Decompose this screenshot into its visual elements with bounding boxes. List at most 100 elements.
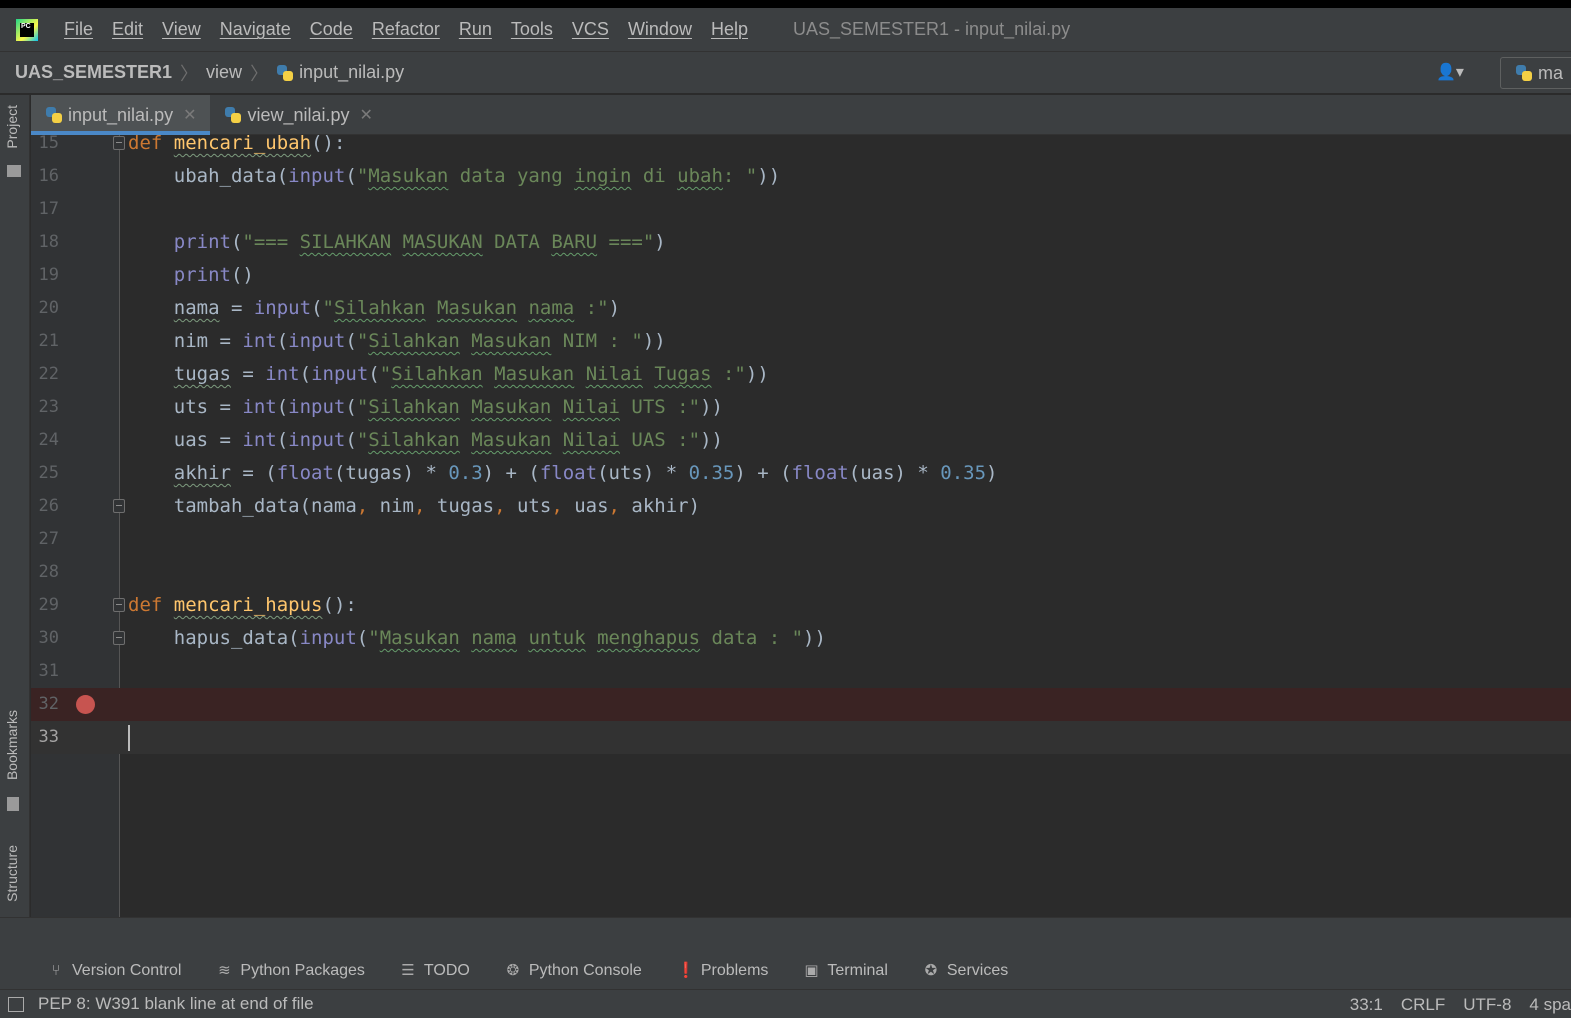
terminal-tool-button[interactable]: ▣ Terminal [803, 962, 888, 980]
left-tool-strip: Project Bookmarks Structure [0, 95, 30, 952]
line-number: 17 [38, 199, 59, 219]
code-line[interactable]: 17 [31, 193, 1571, 226]
caret-position[interactable]: 33:1 [1350, 995, 1383, 1015]
menu-vcs[interactable]: VCS [572, 19, 609, 40]
code-text: ubah_data(input("Masukan data yang ingin… [128, 165, 781, 187]
tool-label: Problems [700, 962, 769, 979]
fold-icon[interactable] [113, 499, 125, 513]
line-number: 25 [38, 463, 59, 483]
breadcrumb-file[interactable]: input_nilai.py [299, 62, 404, 83]
breakpoint-line[interactable]: 32 [31, 688, 1571, 721]
code-text: tugas = int(input("Silahkan Masukan Nila… [173, 363, 769, 385]
terminal-icon: ▣ [804, 962, 819, 979]
tab-input-nilai[interactable]: input_nilai.py ✕ [31, 95, 211, 135]
tab-view-nilai[interactable]: view_nilai.py ✕ [210, 95, 386, 135]
code-line[interactable]: 20 nama = input("Silahkan Masukan nama :… [31, 292, 1571, 325]
pycharm-logo-icon: PC [16, 18, 38, 41]
tab-label: input_nilai.py [68, 104, 174, 125]
todo-tool-button[interactable]: ☰ TODO [400, 962, 470, 980]
code-editor[interactable]: 15 def mencari_ubah(): 16 ubah_data(inpu… [31, 135, 1571, 917]
menu-bar: PC File Edit View Navigate Code Refactor… [0, 8, 1571, 52]
code-text: uts = int(input("Silahkan Masukan Nilai … [128, 396, 723, 418]
line-number: 29 [38, 595, 59, 615]
close-icon[interactable]: ✕ [183, 105, 196, 125]
project-tool-tab[interactable]: Project [4, 105, 20, 149]
menu-tools[interactable]: Tools [511, 19, 553, 40]
menu-file[interactable]: File [64, 19, 93, 40]
code-text: hapus_data(input("Masukan nama untuk men… [128, 627, 826, 649]
code-text: nama = input("Silahkan Masukan nama :") [173, 297, 621, 319]
status-message: PEP 8: W391 blank line at end of file [38, 994, 314, 1013]
python-file-icon [45, 106, 63, 124]
menu-edit[interactable]: Edit [112, 19, 143, 40]
tool-label: Python Console [528, 962, 642, 979]
python-console-tool-button[interactable]: ❂ Python Console [505, 962, 642, 980]
services-icon: ✪ [924, 962, 938, 979]
code-text: def mencari_hapus(): [128, 594, 357, 616]
code-line[interactable]: 31 [31, 655, 1571, 688]
breakpoint-icon[interactable] [76, 695, 95, 714]
code-line[interactable]: 15 def mencari_ubah(): [31, 135, 1571, 160]
folder-icon [7, 165, 21, 177]
menu-window[interactable]: Window [628, 19, 692, 40]
line-number: 27 [38, 529, 59, 549]
menu-refactor[interactable]: Refactor [372, 19, 440, 40]
line-number: 24 [38, 430, 59, 450]
structure-tool-tab[interactable]: Structure [4, 845, 20, 902]
navigation-bar: UAS_SEMESTER1 〉 view 〉 input_nilai.py [0, 52, 1571, 94]
code-line[interactable]: 16 ubah_data(input("Masukan data yang in… [31, 160, 1571, 193]
code-line[interactable]: 18 print("=== SILAHKAN MASUKAN DATA BARU… [31, 226, 1571, 259]
account-icon[interactable]: 👤▾ [1436, 62, 1464, 82]
fold-icon[interactable] [113, 136, 125, 150]
window-title: UAS_SEMESTER1 - input_nilai.py [793, 19, 1071, 39]
current-line[interactable]: 33 [31, 721, 1571, 754]
code-line[interactable]: 29 def mencari_hapus(): [31, 589, 1571, 622]
status-widgets: 33:1 CRLF UTF-8 4 spa [1350, 990, 1571, 1018]
breadcrumb-project[interactable]: UAS_SEMESTER1 [15, 62, 172, 83]
line-number: 30 [38, 628, 59, 648]
version-control-tool-button[interactable]: ⑂ Version Control [48, 962, 181, 980]
code-line[interactable]: 26 tambah_data(nama, nim, tugas, uts, ua… [31, 490, 1571, 523]
line-separator[interactable]: CRLF [1401, 995, 1445, 1015]
status-bar: PEP 8: W391 blank line at end of file 33… [0, 989, 1571, 1018]
tab-label: view_nilai.py [247, 104, 350, 125]
list-icon: ☰ [401, 962, 415, 979]
code-line[interactable]: 24 uas = int(input("Silahkan Masukan Nil… [31, 424, 1571, 457]
menu-navigate[interactable]: Navigate [220, 19, 291, 40]
fold-icon[interactable] [113, 598, 125, 612]
line-number: 15 [38, 135, 59, 153]
close-icon[interactable]: ✕ [360, 105, 373, 125]
line-number: 19 [38, 265, 59, 285]
code-line[interactable]: 23 uts = int(input("Silahkan Masukan Nil… [31, 391, 1571, 424]
line-number: 16 [38, 166, 59, 186]
fold-icon[interactable] [113, 631, 125, 645]
bookmarks-tool-tab[interactable]: Bookmarks [4, 710, 20, 780]
tool-windows-toggle-icon[interactable] [8, 996, 24, 1012]
run-configuration-selector[interactable]: ma [1500, 57, 1571, 89]
text-caret [128, 725, 130, 751]
code-line[interactable]: 19 print() [31, 259, 1571, 292]
indent-setting[interactable]: 4 spa [1529, 995, 1571, 1015]
menu-view[interactable]: View [162, 19, 201, 40]
file-encoding[interactable]: UTF-8 [1463, 995, 1511, 1015]
menu-run[interactable]: Run [459, 19, 492, 40]
tool-label: Version Control [72, 962, 182, 979]
branch-icon: ⑂ [51, 962, 61, 979]
breadcrumb-folder[interactable]: view [206, 62, 242, 83]
problems-tool-button[interactable]: ❗ Problems [677, 962, 769, 980]
menu-code[interactable]: Code [310, 19, 353, 40]
code-line[interactable]: 21 nim = int(input("Silahkan Masukan NIM… [31, 325, 1571, 358]
services-tool-button[interactable]: ✪ Services [923, 962, 1009, 980]
code-line[interactable]: 25 akhir = (float(tugas) * 0.3) + (float… [31, 457, 1571, 490]
run-config-label: ma [1538, 62, 1564, 83]
code-line[interactable]: 30 hapus_data(input("Masukan nama untuk … [31, 622, 1571, 655]
python-packages-tool-button[interactable]: ≋ Python Packages [216, 962, 365, 980]
code-text: uas = int(input("Silahkan Masukan Nilai … [128, 429, 723, 451]
menu-help[interactable]: Help [711, 19, 748, 40]
code-line[interactable]: 22 tugas = int(input("Silahkan Masukan N… [31, 358, 1571, 391]
code-line[interactable]: 28 [31, 556, 1571, 589]
line-number: 21 [38, 331, 59, 351]
line-number: 18 [38, 232, 59, 252]
editor-tab-bar: input_nilai.py ✕ view_nilai.py ✕ [31, 95, 1571, 135]
code-line[interactable]: 27 [31, 523, 1571, 556]
